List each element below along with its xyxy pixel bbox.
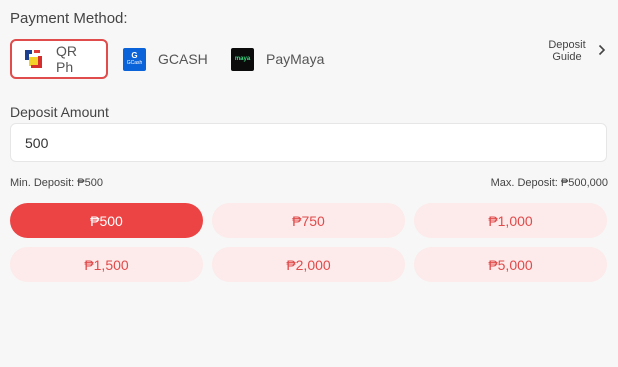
amount-chip-500[interactable]: ₱500 [10, 203, 203, 238]
method-paymaya[interactable]: maya PayMaya [231, 39, 324, 79]
min-deposit-text: Min. Deposit: ₱500 [10, 177, 103, 189]
amount-chip-750[interactable]: ₱750 [212, 203, 405, 238]
amount-chip-1500[interactable]: ₱1,500 [10, 247, 203, 282]
deposit-guide-label: Deposit Guide [548, 39, 586, 63]
amount-chip-1000[interactable]: ₱1,000 [414, 203, 607, 238]
deposit-amount-input[interactable] [25, 133, 585, 153]
deposit-limits: Min. Deposit: ₱500 Max. Deposit: ₱500,00… [10, 177, 608, 189]
deposit-amount-label: Deposit Amount [10, 104, 109, 120]
section-title: Payment Method: [10, 10, 128, 27]
deposit-amount-box [10, 123, 607, 162]
chevron-right-icon [598, 43, 606, 61]
deposit-guide-link[interactable]: Deposit Guide [544, 39, 606, 63]
qrph-logo-icon [22, 48, 44, 70]
method-label: PayMaya [266, 51, 325, 67]
amount-presets: ₱500 ₱750 ₱1,000 ₱1,500 ₱2,000 ₱5,000 [10, 203, 607, 282]
method-label: QR Ph [56, 43, 77, 75]
method-label: GCASH [158, 51, 208, 67]
gcash-logo-icon: G GCash [123, 47, 146, 71]
method-qrph[interactable]: QR Ph [10, 39, 108, 79]
amount-chip-2000[interactable]: ₱2,000 [212, 247, 405, 282]
max-deposit-text: Max. Deposit: ₱500,000 [490, 177, 608, 189]
payment-methods: QR Ph G GCash GCASH maya PayMaya [10, 39, 608, 79]
amount-chip-5000[interactable]: ₱5,000 [414, 247, 607, 282]
method-gcash[interactable]: G GCash GCASH [123, 39, 208, 79]
maya-logo-icon: maya [231, 47, 254, 71]
